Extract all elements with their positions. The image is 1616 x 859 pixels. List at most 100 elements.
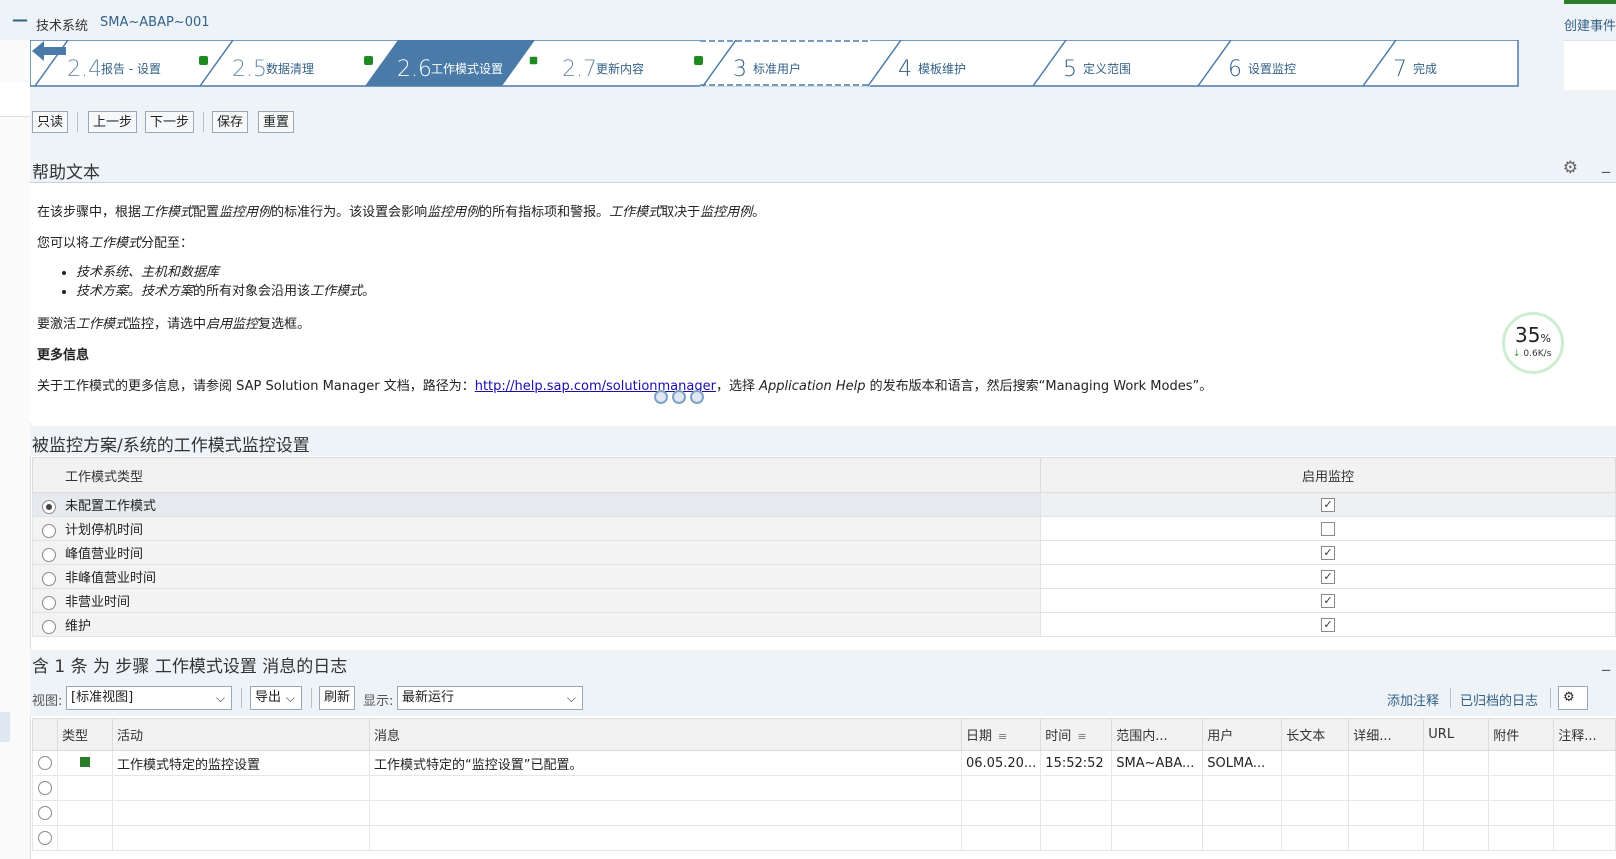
row-radio-button[interactable] <box>42 523 56 538</box>
log-activity-cell <box>112 825 370 851</box>
workmode-title: 被监控方案/系统的工作模式监控设置 <box>32 436 310 456</box>
log-column-label: 时间 <box>1045 729 1072 744</box>
add-note-link[interactable]: 添加注释 <box>1387 690 1439 709</box>
row-radio-button[interactable] <box>38 831 52 845</box>
log-user-cell <box>1202 800 1283 826</box>
help-list-item: 技术方案。技术方案的所有对象会沿用该工作模式。 <box>76 282 375 301</box>
log-row-select-cell <box>32 825 58 851</box>
log-column-header[interactable]: URL <box>1423 718 1490 751</box>
log-scope-cell <box>1111 775 1204 801</box>
log-row[interactable] <box>32 775 1616 801</box>
readonly-button[interactable]: 只读 <box>32 111 69 133</box>
column-header-select[interactable] <box>32 718 58 751</box>
collapse-icon[interactable]: — <box>12 10 28 29</box>
log-column-header[interactable]: 用户 <box>1202 718 1283 751</box>
save-button[interactable]: 保存 <box>212 111 249 133</box>
main-toolbar: 只读 上一步 下一步 保存 重置 <box>30 90 1616 152</box>
wizard-step-label: 工作模式设置 <box>431 62 503 76</box>
log-empty-cell <box>1423 750 1490 776</box>
workmode-row[interactable]: 非峰值营业时间 ✓ <box>32 564 1616 589</box>
log-user-cell: SOLMA... <box>1202 750 1283 776</box>
minimize-icon[interactable]: _ <box>1602 154 1610 173</box>
log-column-header[interactable]: 活动 <box>112 718 370 751</box>
row-radio-button[interactable] <box>38 806 52 820</box>
workmode-type-cell: 未配置工作模式 <box>32 492 1041 517</box>
row-radio-button[interactable] <box>42 571 56 586</box>
row-radio-button[interactable] <box>42 499 56 514</box>
wizard-step-number: 6 <box>1228 57 1242 82</box>
enable-monitoring-checkbox[interactable]: ✓ <box>1321 593 1335 608</box>
archived-log-link[interactable]: 已归档的日志 <box>1460 690 1538 709</box>
export-menu-button[interactable]: 导出 ⌵ <box>250 686 302 710</box>
log-user-cell <box>1202 825 1283 851</box>
enable-monitoring-checkbox[interactable]: ✓ <box>1321 545 1335 560</box>
gear-icon[interactable]: ⚙ <box>1563 158 1578 178</box>
help-paragraph-2: 您可以将工作模式分配至： <box>37 236 194 251</box>
row-radio-button[interactable] <box>42 595 56 610</box>
log-column-header[interactable]: 消息 <box>369 718 962 751</box>
enable-monitoring-checkbox[interactable] <box>1321 521 1335 536</box>
log-column-label: 日期 <box>966 729 993 744</box>
log-column-header[interactable]: 范围内... <box>1111 718 1204 751</box>
log-empty-cell <box>1281 800 1350 826</box>
workmode-row[interactable]: 计划停机时间 <box>32 516 1616 541</box>
system-label: 技术系统 <box>36 19 89 34</box>
reset-button[interactable]: 重置 <box>258 111 295 133</box>
log-row-select-cell <box>32 750 58 776</box>
column-header-enable[interactable]: 启用监控 <box>1040 457 1616 493</box>
workmode-row[interactable]: 维护 ✓ <box>32 612 1616 637</box>
log-row[interactable] <box>32 800 1616 826</box>
log-time-cell <box>1040 775 1113 801</box>
log-column-header[interactable]: 详细... <box>1348 718 1425 751</box>
network-speed-widget[interactable]: 35% ↓ 0.6K/s <box>1502 312 1564 374</box>
log-column-header[interactable]: 时间 ≡ <box>1040 718 1113 751</box>
wizard-roadmap: 2.4 报告 - 设置 2.5 数据清理 2.6 工作模式设置 2.7 更新内容 3 标准用户 4 模… <box>30 40 1564 90</box>
next-step-button[interactable]: 下一步 <box>145 111 195 133</box>
create-event-link[interactable]: 创建事件 <box>1564 15 1616 34</box>
settings-button[interactable]: ⚙ <box>1558 686 1588 710</box>
log-column-header[interactable]: 长文本 <box>1281 718 1350 751</box>
filter-icon[interactable]: ≡ <box>1077 730 1086 743</box>
log-column-header[interactable]: 类型 <box>57 718 113 751</box>
log-empty-cell <box>1488 750 1555 776</box>
speed-percent: 35% <box>1515 323 1551 347</box>
log-message-cell: 工作模式特定的“监控设置”已配置。 <box>369 750 962 776</box>
enable-monitoring-cell: ✓ <box>1040 564 1616 589</box>
wizard-step-number: 4 <box>898 57 912 82</box>
log-column-header[interactable]: 注释... <box>1553 718 1616 751</box>
speed-rate: ↓ 0.6K/s <box>1513 349 1552 359</box>
log-column-label: 类型 <box>62 729 89 744</box>
log-column-label: 注释... <box>1558 729 1597 744</box>
enable-monitoring-checkbox[interactable]: ✓ <box>1321 617 1335 632</box>
log-row[interactable] <box>32 825 1616 851</box>
wizard-step-label: 设置监控 <box>1248 62 1296 76</box>
column-header-type[interactable]: 工作模式类型 <box>32 457 1041 493</box>
row-radio-button[interactable] <box>42 619 56 634</box>
row-radio-button[interactable] <box>38 756 52 770</box>
row-radio-button[interactable] <box>42 547 56 562</box>
previous-step-button[interactable]: 上一步 <box>88 111 138 133</box>
show-select[interactable]: 最新运行 ⌵ <box>397 686 583 710</box>
step-complete-indicator <box>364 56 373 65</box>
log-column-header[interactable]: 附件 <box>1488 718 1555 751</box>
enable-monitoring-checkbox[interactable]: ✓ <box>1321 569 1335 584</box>
log-empty-cell <box>1423 800 1490 826</box>
workmode-row[interactable]: 未配置工作模式 ✓ <box>32 492 1616 517</box>
enable-monitoring-checkbox[interactable]: ✓ <box>1321 497 1335 512</box>
log-column-label: 长文本 <box>1286 729 1326 744</box>
minimize-icon[interactable]: _ <box>1602 652 1610 671</box>
left-tab-selected[interactable] <box>0 712 10 742</box>
workmode-type-cell: 维护 <box>32 612 1041 637</box>
workmode-row[interactable]: 非营业时间 ✓ <box>32 588 1616 613</box>
wizard-step-number: 2.5 <box>232 57 267 82</box>
wizard-step-label: 数据清理 <box>266 61 314 76</box>
enable-monitoring-cell: ✓ <box>1040 492 1616 517</box>
log-column-header[interactable]: 日期 ≡ <box>960 718 1042 751</box>
filter-icon[interactable]: ≡ <box>998 730 1007 743</box>
log-row[interactable]: 工作模式特定的监控设置 工作模式特定的“监控设置”已配置。 06.05.20... 1… <box>32 750 1616 776</box>
workmode-row[interactable]: 峰值营业时间 ✓ <box>32 540 1616 565</box>
left-tab[interactable] <box>0 82 30 117</box>
row-radio-button[interactable] <box>38 781 52 795</box>
refresh-button[interactable]: 刷新 <box>319 686 355 710</box>
view-select[interactable]: [标准视图] ⌵ <box>66 686 232 710</box>
